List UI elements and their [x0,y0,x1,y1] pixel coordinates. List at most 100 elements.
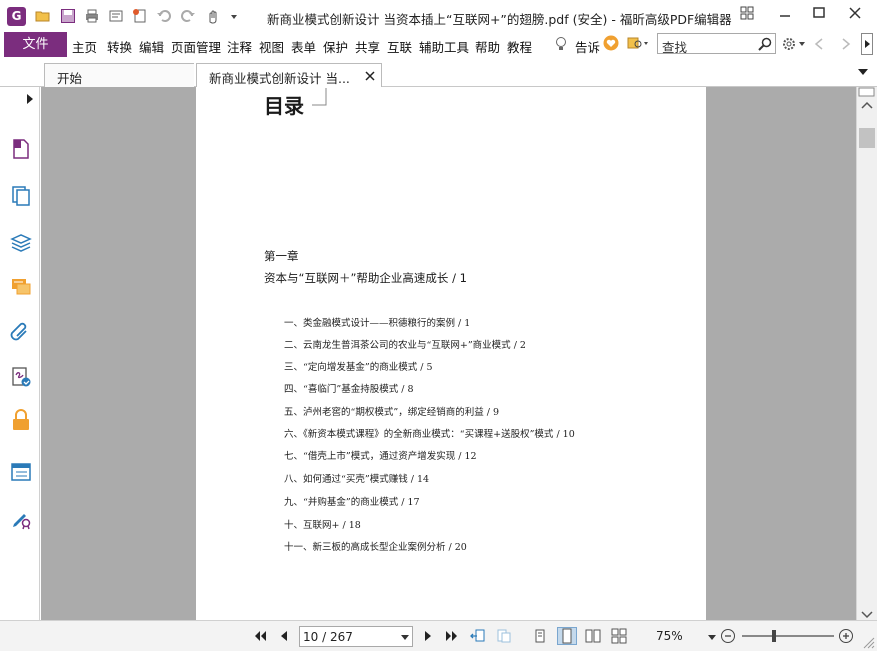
properties-icon[interactable] [108,8,124,24]
undo-icon[interactable] [156,8,172,24]
open-folder-icon[interactable] [35,8,51,24]
menu-page-management[interactable]: 页面管理 [171,37,221,56]
tab-start-label: 开始 [57,71,83,86]
save-icon[interactable] [60,8,76,24]
hand-tool-icon[interactable] [205,8,221,24]
search-icon[interactable] [757,36,773,52]
layers-icon[interactable] [10,231,32,253]
toc-entry[interactable]: 七、“借壳上市”模式，通过资产增发实现 / 12 [284,448,477,462]
destinations-pen-icon[interactable] [10,508,32,530]
comments-icon[interactable] [10,276,32,298]
close-tab-icon[interactable] [365,71,375,81]
tab-list-dropdown-icon[interactable] [857,67,869,77]
document-viewport[interactable]: 目录 第一章 资本与“互联网＋”帮助企业高速成长 / 1 一、类金融模式设计——… [41,87,856,620]
next-view-icon[interactable] [496,628,512,644]
toc-entry[interactable]: 十、互联网+ / 18 [284,517,361,531]
menu-accessibility[interactable]: 辅助工具 [419,37,469,56]
continuous-facing-view-icon[interactable] [611,628,627,644]
expand-panel-icon[interactable] [25,93,35,105]
settings-gear-icon[interactable] [781,36,807,52]
menu-home[interactable]: 主页 [72,37,97,56]
page-number-value: 10 / 267 [303,630,353,644]
menu-view[interactable]: 视图 [259,37,284,56]
pdf-page: 目录 第一章 资本与“互联网＋”帮助企业高速成长 / 1 一、类金融模式设计——… [196,87,706,620]
menu-comment[interactable]: 注释 [227,37,252,56]
signatures-icon[interactable] [10,366,32,388]
toc-entry[interactable]: 六、《新资本模式课程》的全新商业模式：“买课程+送股权”模式 / 10 [284,426,575,440]
previous-page-icon[interactable] [276,628,292,644]
form-fields-icon[interactable] [10,461,32,483]
ribbon-expand-button[interactable] [861,33,873,55]
pages-icon[interactable] [10,185,32,207]
file-menu-button[interactable]: 文件 [4,32,67,57]
tell-me-label[interactable]: 告诉 [575,37,600,56]
ribbon-next-icon[interactable] [840,36,852,52]
toc-entry[interactable]: 十一、新三板的高成长型企业案例分析 / 20 [284,539,467,553]
previous-view-icon[interactable] [470,628,486,644]
continuous-view-icon[interactable] [557,627,577,645]
page-dropdown-icon[interactable] [401,633,409,641]
search-options-icon[interactable] [627,35,649,51]
tab-start[interactable]: 开始 [44,63,194,87]
attachments-paperclip-icon[interactable] [10,321,32,343]
navigation-panel [0,87,40,620]
zoom-out-icon[interactable] [720,628,736,644]
scroll-thumb[interactable] [859,128,875,148]
menu-edit[interactable]: 编辑 [139,37,164,56]
search-input[interactable]: 查找 [657,33,776,55]
toc-entry[interactable]: 一、类金融模式设计——积德粮行的案例 / 1 [284,315,470,329]
menu-share[interactable]: 共享 [355,37,380,56]
zoom-level[interactable]: 75% [656,629,683,643]
maximize-button[interactable] [808,4,830,22]
toc-heading: 目录 [264,94,304,118]
window-title: 新商业模式创新设计 当资本插上“互联网+”的翅膀.pdf (安全) - 福昕高级… [267,12,732,27]
next-page-icon[interactable] [420,628,436,644]
toc-entry[interactable]: 八、如何通过“买壳”模式赚钱 / 14 [284,471,429,485]
menu-convert[interactable]: 转换 [107,37,132,56]
zoom-slider-thumb[interactable] [772,630,776,642]
tab-document[interactable]: 新商业模式创新设计 当... [196,63,382,87]
toc-entry[interactable]: 三、“定向增发基金”的商业模式 / 5 [284,359,433,373]
search-placeholder: 查找 [662,40,688,55]
zoom-dropdown-icon[interactable] [708,633,716,641]
toc-entry[interactable]: 五、泸州老窖的“期权模式”，绑定经销商的利益 / 9 [284,404,499,418]
heading-decoration [312,88,327,106]
vertical-scrollbar[interactable] [856,87,877,620]
menu-help[interactable]: 帮助 [475,37,500,56]
last-page-icon[interactable] [444,628,460,644]
single-page-view-icon[interactable] [532,628,548,644]
redo-icon[interactable] [180,8,196,24]
title-bar: G 新商业模式创新设计 当资本插上“互联网+”的翅膀.pdf (安全) - 福昕… [0,0,877,32]
menu-tutorial[interactable]: 教程 [507,37,532,56]
ribbon-prev-icon[interactable] [813,36,825,52]
toc-entry[interactable]: 九、“并购基金”的商业模式 / 17 [284,494,420,508]
zoom-in-icon[interactable] [838,628,854,644]
scroll-up-arrow-icon[interactable] [860,101,874,111]
app-logo-icon[interactable]: G [7,7,26,26]
chapter-title: 资本与“互联网＋”帮助企业高速成长 / 1 [264,271,467,285]
document-tab-strip: 开始 新商业模式创新设计 当... [0,57,877,87]
scroll-down-arrow-icon[interactable] [860,609,874,619]
zoom-slider-track[interactable] [742,635,834,637]
menu-protect[interactable]: 保护 [323,37,348,56]
menu-connect[interactable]: 互联 [387,37,412,56]
security-lock-icon[interactable] [10,409,32,431]
first-page-icon[interactable] [252,628,268,644]
feedback-heart-icon[interactable] [603,35,619,51]
restore-layout-icon[interactable] [736,4,758,22]
facing-view-icon[interactable] [585,628,601,644]
minimize-button[interactable] [774,4,796,22]
page-number-input[interactable]: 10 / 267 [299,626,413,647]
customize-quick-access-icon[interactable] [229,8,239,24]
lightbulb-icon[interactable] [553,36,569,52]
close-window-button[interactable] [844,4,866,22]
toc-entry[interactable]: 四、“喜临门”基金持股模式 / 8 [284,381,414,395]
resize-grip-icon[interactable] [861,635,875,649]
print-icon[interactable] [84,8,100,24]
new-file-icon[interactable] [132,8,148,24]
tab-document-label: 新商业模式创新设计 当... [209,71,350,86]
menu-form[interactable]: 表单 [291,37,316,56]
split-view-handle[interactable] [858,87,876,97]
page-thumbnails-icon[interactable] [10,138,32,160]
toc-entry[interactable]: 二、云南龙生普洱茶公司的农业与“互联网+”商业模式 / 2 [284,337,526,351]
